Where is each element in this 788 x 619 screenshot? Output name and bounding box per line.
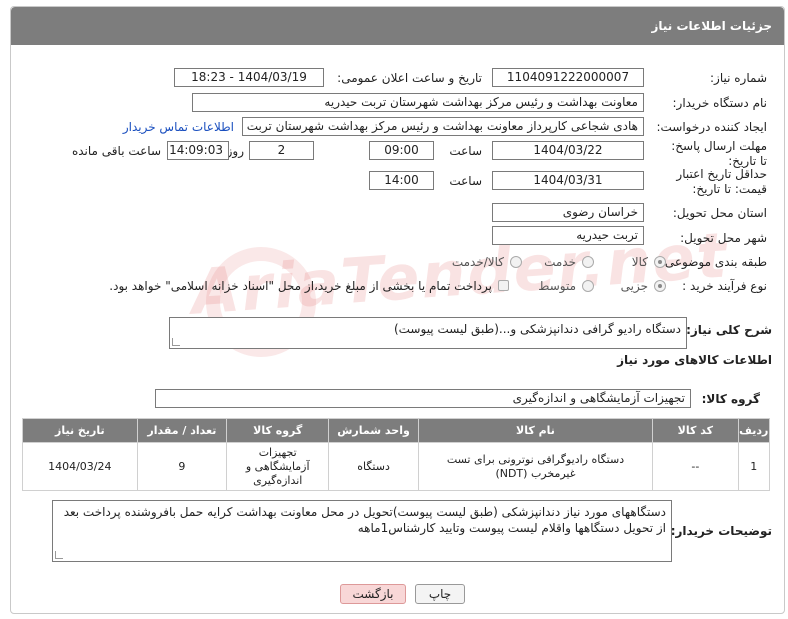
city-field[interactable]: تربت حیدریه: [492, 226, 644, 245]
treasury-payment-checkbox[interactable]: [498, 280, 509, 291]
description-label: شرح کلی نیاز:: [686, 323, 772, 337]
header-bar: جزئیات اطلاعات نیاز: [11, 7, 784, 45]
buyer-notes-label: توضیحات خریدار:: [670, 524, 772, 538]
buyer-contact-link[interactable]: اطلاعات تماس خریدار: [123, 120, 234, 134]
province-field[interactable]: خراسان رضوی: [492, 203, 644, 222]
col-code: کد کالا: [652, 418, 739, 443]
province-label: استان محل تحویل:: [672, 206, 767, 220]
process-option-minor: جزیی: [620, 279, 648, 293]
print-button[interactable]: چاپ: [415, 584, 465, 604]
days-field[interactable]: 2: [249, 141, 314, 160]
announce-field[interactable]: 1404/03/19 - 18:23: [174, 68, 324, 87]
creator-field[interactable]: هادی شجاعی کارپرداز معاونت بهداشت و رئیس…: [242, 117, 644, 136]
treasury-payment-note: پرداخت تمام یا بخشی از مبلغ خرید،از محل …: [109, 279, 492, 293]
description-text: دستگاه رادیو گرافی دندانپزشکی و...(طبق ل…: [393, 322, 681, 336]
buyer-notes-text: دستگاههای مورد نیاز دندانپزشکی (طبق لیست…: [63, 505, 666, 535]
col-unit: واحد شمارش: [328, 418, 419, 443]
creator-label: ایجاد کننده درخواست:: [656, 120, 767, 134]
validity-time-field[interactable]: 14:00: [369, 171, 434, 190]
col-name: نام کالا: [417, 418, 654, 443]
resize-handle-icon[interactable]: [55, 551, 63, 559]
watermark-text: AriaTender.net: [189, 218, 731, 329]
goods-table-header: ردیف کد کالا نام کالا واحد شمارش گروه کا…: [22, 418, 771, 443]
row-unit: دستگاه: [328, 442, 419, 491]
row-index: 1: [737, 442, 771, 491]
remaining-time-field[interactable]: 14:09:03: [167, 141, 229, 160]
row-qty: 9: [136, 442, 228, 491]
description-textarea[interactable]: دستگاه رادیو گرافی دندانپزشکی و...(طبق ل…: [169, 317, 687, 349]
deadline-label: مهلت ارسال پاسخ: تا تاریخ:: [671, 139, 767, 168]
process-radio-medium[interactable]: [582, 280, 594, 292]
need-number-label: شماره نیاز:: [710, 71, 767, 85]
city-label: شهر محل تحویل:: [680, 231, 767, 245]
col-group: گروه کالا: [226, 418, 330, 443]
goods-group-label: گروه کالا:: [701, 392, 760, 406]
category-radio-goods[interactable]: [654, 256, 666, 268]
back-button[interactable]: بازگشت: [340, 584, 406, 604]
buyer-notes-textarea[interactable]: دستگاههای مورد نیاز دندانپزشکی (طبق لیست…: [52, 500, 672, 562]
announce-label: تاریخ و ساعت اعلان عمومی:: [337, 71, 482, 85]
category-radio-goods-service[interactable]: [510, 256, 522, 268]
category-radio-service[interactable]: [582, 256, 594, 268]
buyer-label: نام دستگاه خریدار:: [672, 96, 768, 110]
validity-time-label: ساعت: [449, 174, 482, 188]
col-qty: تعداد / مقدار: [136, 418, 228, 443]
validity-label: حداقل تاریخ اعتبار قیمت: تا تاریخ:: [676, 167, 767, 196]
category-option-goods: کالا: [631, 255, 648, 269]
col-index: ردیف: [737, 418, 771, 443]
row-date: 1404/03/24: [22, 442, 138, 491]
category-label: طبقه بندی موضوعی:: [660, 255, 767, 269]
validity-date-field[interactable]: 1404/03/31: [492, 171, 644, 190]
row-code: --: [652, 442, 739, 491]
category-option-service: خدمت: [544, 255, 576, 269]
deadline-time-field[interactable]: 09:00: [369, 141, 434, 160]
process-radio-minor[interactable]: [654, 280, 666, 292]
process-label: نوع فرآیند خرید :: [682, 279, 767, 293]
row-name: دستگاه رادیوگرافی نوترونی برای تست غیرمخ…: [417, 442, 654, 491]
deadline-time-label: ساعت: [449, 144, 482, 158]
page-title: جزئیات اطلاعات نیاز: [651, 19, 772, 33]
goods-table: ردیف کد کالا نام کالا واحد شمارش گروه کا…: [22, 418, 771, 491]
goods-group-field[interactable]: تجهیزات آزمایشگاهی و اندازه‌گیری: [155, 389, 691, 408]
process-option-medium: متوسط: [538, 279, 576, 293]
category-option-goods-service: کالا/خدمت: [451, 255, 504, 269]
remaining-label: ساعت باقی مانده: [71, 144, 161, 158]
resize-handle-icon[interactable]: [172, 338, 180, 346]
buyer-field[interactable]: معاونت بهداشت و رئیس مرکز بهداشت شهرستان…: [192, 93, 644, 112]
need-number-field[interactable]: 1104091222000007: [492, 68, 644, 87]
table-row[interactable]: 1 -- دستگاه رادیوگرافی نوترونی برای تست …: [22, 442, 771, 491]
goods-section-title: اطلاعات کالاهای مورد نیاز: [617, 353, 772, 367]
deadline-date-field[interactable]: 1404/03/22: [492, 141, 644, 160]
col-date: تاریخ نیاز: [22, 418, 138, 443]
row-group: تجهیزات آزمایشگاهی و اندازه‌گیری: [226, 442, 330, 491]
